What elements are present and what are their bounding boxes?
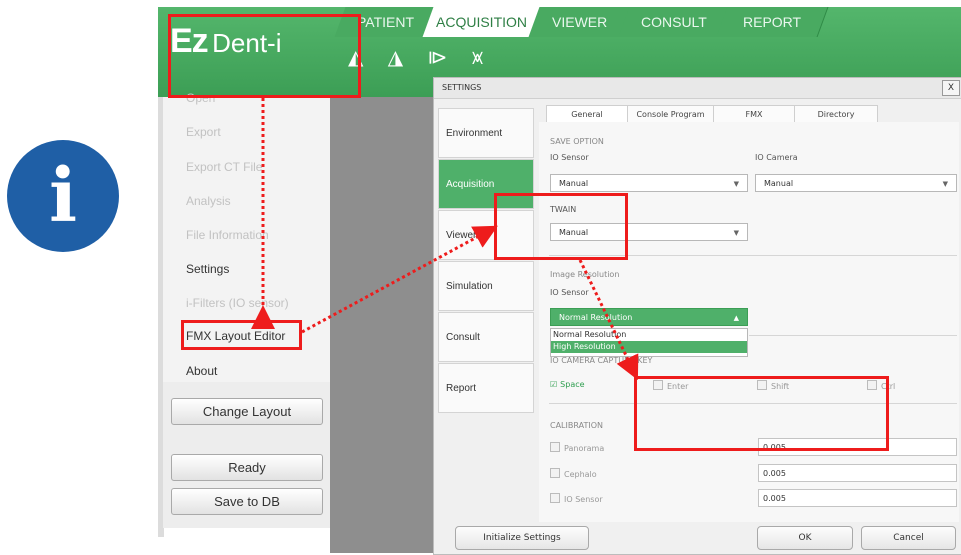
arrow-fmx-to-twain — [301, 225, 498, 334]
arrow-twain-to-capture — [578, 259, 639, 381]
annotation-arrows — [251, 98, 639, 381]
